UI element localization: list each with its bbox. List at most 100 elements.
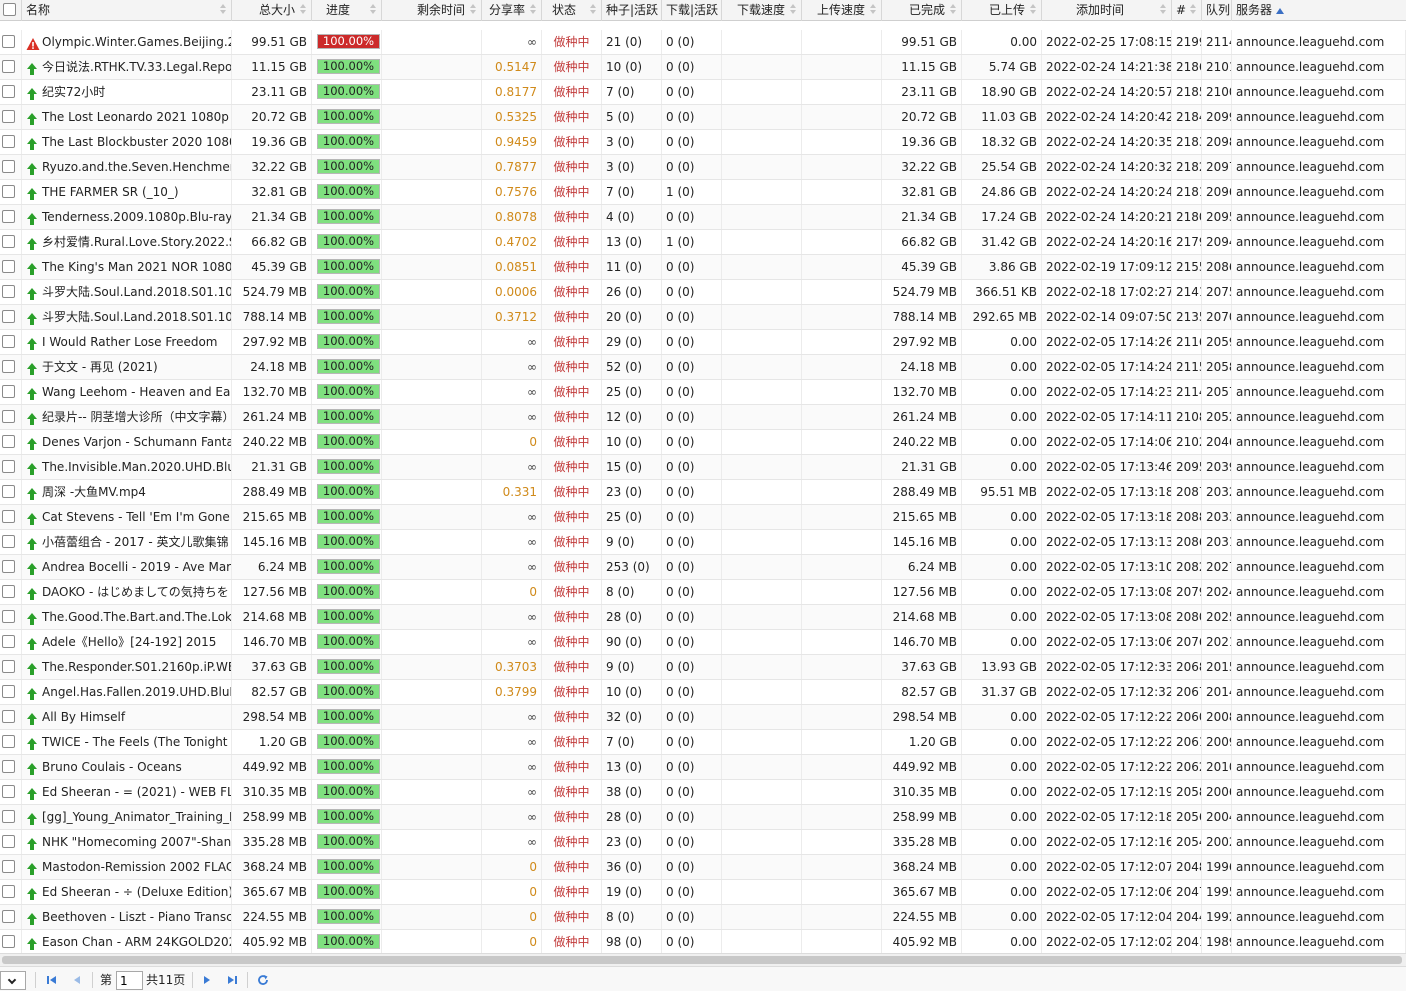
row-checkbox[interactable] [2,510,15,523]
page-size-select[interactable] [0,971,26,990]
next-page-button[interactable] [200,973,214,987]
table-row[interactable]: THE FARMER SR (_10_) 32.81 GB 100.00% 0.757… [0,180,1406,205]
table-row[interactable]: I Would Rather Lose Freedom 297.92 MB 100.… [0,330,1406,355]
row-checkbox[interactable] [2,235,15,248]
table-row[interactable]: Angel.Has.Fallen.2019.UHD.BluRay 82.57 GB… [0,680,1406,705]
row-checkbox[interactable] [2,885,15,898]
row-checkbox[interactable] [2,685,15,698]
table-row[interactable]: 周深 -大鱼MV.mp4 288.49 MB 100.00% 0.331 做种中 23 (… [0,480,1406,505]
table-row[interactable]: The.Responder.S01.2160p.iP.WEB-DL 37.63 G… [0,655,1406,680]
scrollbar-thumb[interactable] [2,956,1402,964]
table-row[interactable]: 小蓓蕾组合 - 2017 - 英文儿歌集锦 145.16 MB 100.00% ∞ 做种… [0,530,1406,555]
page-number-input[interactable] [116,971,143,990]
horizontal-scrollbar[interactable] [0,953,1406,966]
table-row[interactable]: The.Invisible.Man.2020.UHD.BluRay 21.31 G… [0,455,1406,480]
table-row[interactable]: 斗罗大陆.Soul.Land.2018.S01.1080p 788.14 MB 10… [0,305,1406,330]
refresh-button[interactable] [256,973,270,987]
table-row[interactable]: All By Himself 298.54 MB 100.00% ∞ 做种中 32 (0)… [0,705,1406,730]
row-checkbox[interactable] [2,535,15,548]
header-ratio[interactable]: 分享率 [482,0,542,21]
row-checkbox[interactable] [2,785,15,798]
row-checkbox[interactable] [2,260,15,273]
table-row[interactable]: Beethoven - Liszt - Piano Transcriptions… [0,905,1406,930]
table-row[interactable]: Bruno Coulais - Oceans 449.92 MB 100.00% ∞ 做… [0,755,1406,780]
row-checkbox[interactable] [2,85,15,98]
row-checkbox[interactable] [2,585,15,598]
table-row[interactable]: 纪录片-- 阴茎增大诊所（中文字幕） 261.24 MB 100.00% ∞ 做种中 12… [0,405,1406,430]
last-page-button[interactable] [225,973,239,987]
table-row[interactable]: TWICE - The Feels (The Tonight Show) 1.20… [0,730,1406,755]
table-row[interactable]: The King's Man 2021 NOR 1080p BluRay 45.3… [0,255,1406,280]
row-checkbox[interactable] [2,610,15,623]
header-peers[interactable]: 下载|活跃 [662,0,722,21]
table-row[interactable]: Denes Varjon - Schumann Fantasie 240.22 M… [0,430,1406,455]
header-status[interactable]: 状态 [542,0,602,21]
row-checkbox[interactable] [2,660,15,673]
row-checkbox[interactable] [2,310,15,323]
header-hash[interactable]: # [1172,0,1202,21]
table-row[interactable]: 斗罗大陆.Soul.Land.2018.S01.1080p 524.79 MB 10… [0,280,1406,305]
table-row[interactable]: 今日说法.RTHK.TV.33.Legal.Report 11.15 GB 100.… [0,55,1406,80]
table-row[interactable]: Tenderness.2009.1080p.Blu-ray.AVC 21.34 G… [0,205,1406,230]
row-checkbox[interactable] [2,410,15,423]
row-checkbox[interactable] [2,60,15,73]
table-row[interactable]: DAOKO - はじめましての気持ちを 127.56 MB 100.00% 0 做种中 8… [0,580,1406,605]
table-row[interactable]: Ryuzo.and.the.Seven.Henchmen.2015 32.22 G… [0,155,1406,180]
table-row[interactable]: The Last Blockbuster 2020 1080p 19.36 GB 1… [0,130,1406,155]
row-checkbox[interactable] [2,110,15,123]
table-row[interactable]: 纪实72小时 23.11 GB 100.00% 0.8177 做种中 7 (0) 0 (0)… [0,80,1406,105]
table-row[interactable]: 于文文 - 再见 (2021) 24.18 MB 100.00% ∞ 做种中 52 (0)… [0,355,1406,380]
header-dlspeed[interactable]: 下载速度 [722,0,802,21]
row-checkbox[interactable] [2,160,15,173]
row-checkbox[interactable] [2,760,15,773]
table-row[interactable]: Andrea Bocelli - 2019 - Ave Maria 6.24 MB… [0,555,1406,580]
first-page-button[interactable] [45,973,59,987]
row-checkbox[interactable] [2,460,15,473]
row-checkbox[interactable] [2,335,15,348]
header-uploaded[interactable]: 已上传 [962,0,1042,21]
header-ulspeed[interactable]: 上传速度 [802,0,882,21]
row-checkbox[interactable] [2,935,15,948]
table-row[interactable]: Ed Sheeran - ÷ (Deluxe Edition) 365.67 MB… [0,880,1406,905]
table-row[interactable]: Eason Chan - ARM 24KGOLD2021 405.92 MB 100… [0,930,1406,953]
row-checkbox[interactable] [2,135,15,148]
table-row[interactable]: The Lost Leonardo 2021 1080p BluRay 20.72… [0,105,1406,130]
row-checkbox[interactable] [2,210,15,223]
header-queue[interactable]: 队列 [1202,0,1232,21]
header-select-all[interactable] [0,0,22,21]
header-progress[interactable]: 进度 [312,0,382,21]
row-checkbox[interactable] [2,810,15,823]
header-remaining[interactable]: 剩余时间 [382,0,482,21]
header-seeds[interactable]: 种子|活跃 [602,0,662,21]
table-row[interactable]: Mastodon-Remission 2002 FLAC 368.24 MB 100… [0,855,1406,880]
row-checkbox[interactable] [2,860,15,873]
row-checkbox[interactable] [2,385,15,398]
row-checkbox[interactable] [2,835,15,848]
header-completed[interactable]: 已完成 [882,0,962,21]
table-row[interactable]: Ed Sheeran - = (2021) - WEB FLAC 310.35 M… [0,780,1406,805]
table-row[interactable]: Cat Stevens - Tell 'Em I'm Gone (2014) 21… [0,505,1406,530]
row-checkbox[interactable] [2,735,15,748]
row-checkbox[interactable] [2,560,15,573]
row-checkbox[interactable] [2,435,15,448]
header-tracker[interactable]: 服务器 [1232,0,1406,21]
table-row[interactable]: Wang Leehom - Heaven and Earth 132.70 MB 1… [0,380,1406,405]
select-all-checkbox[interactable] [3,3,16,16]
header-size[interactable]: 总大小 [232,0,312,21]
table-row[interactable]: NHK "Homecoming 2007"-Shanghai 335.28 MB 1… [0,830,1406,855]
row-checkbox[interactable] [2,185,15,198]
table-row[interactable]: Adele《Hello》[24-192] 2015 146.70 MB 100.00… [0,630,1406,655]
prev-page-button[interactable] [70,973,84,987]
row-checkbox[interactable] [2,485,15,498]
table-row[interactable]: [gg]_Young_Animator_Training_Project 258.… [0,805,1406,830]
table-row[interactable]: The.Good.The.Bart.and.The.Loki.2021 214.6… [0,605,1406,630]
row-checkbox[interactable] [2,35,15,48]
header-added[interactable]: 添加时间 [1042,0,1172,21]
row-checkbox[interactable] [2,285,15,298]
row-checkbox[interactable] [2,910,15,923]
row-checkbox[interactable] [2,635,15,648]
row-checkbox[interactable] [2,710,15,723]
table-row[interactable]: Olympic.Winter.Games.Beijing.2022 99.51 G… [0,30,1406,55]
header-name[interactable]: 名称 [22,0,232,21]
row-checkbox[interactable] [2,360,15,373]
